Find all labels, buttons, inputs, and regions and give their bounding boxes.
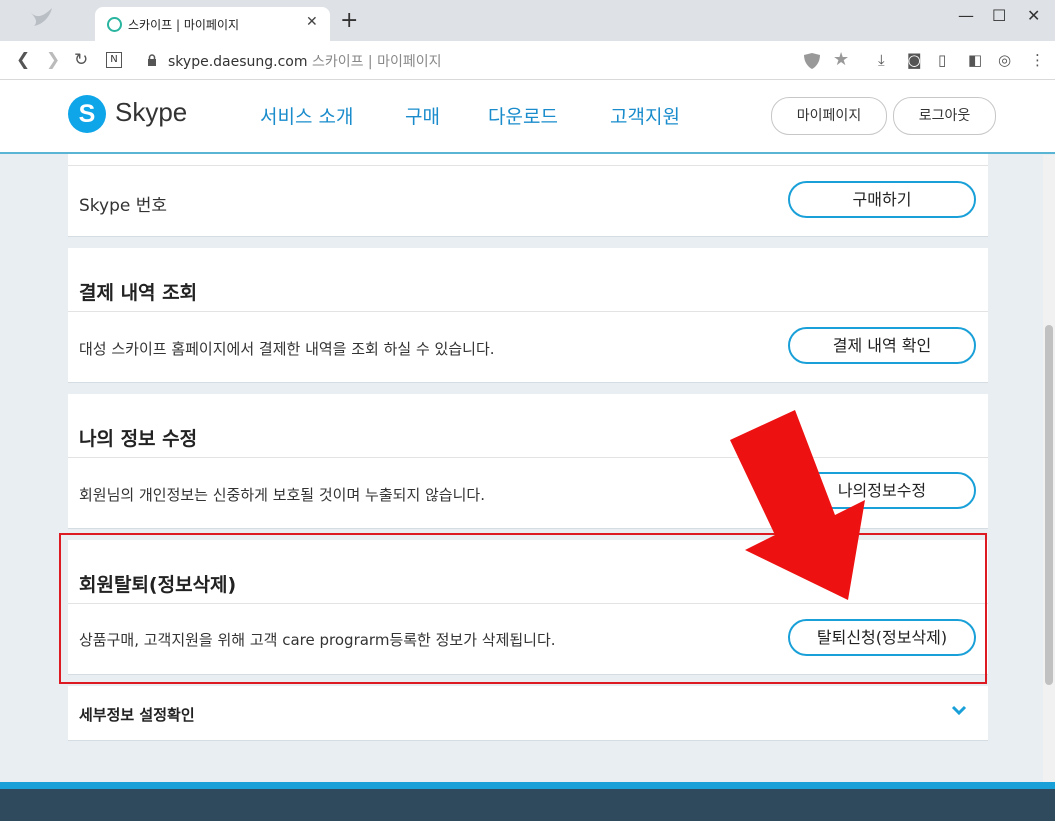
- reader-icon[interactable]: ▯: [938, 51, 946, 69]
- star-icon[interactable]: ★: [833, 49, 849, 70]
- shield-icon[interactable]: [803, 53, 821, 69]
- skype-number-label: Skype 번호: [79, 196, 168, 216]
- sidebar-icon[interactable]: ◧: [968, 51, 982, 69]
- close-window-icon[interactable]: ✕: [1027, 6, 1040, 25]
- tab-title: 스카이프 | 마이페이지: [128, 18, 240, 32]
- site-header: S Skype 서비스 소개 구매 다운로드 고객지원 마이페이지 로그아웃: [0, 80, 1055, 154]
- nav-download[interactable]: 다운로드: [488, 102, 558, 129]
- tab-strip: 스카이프 | 마이페이지 ✕ + — ☐ ✕: [0, 0, 1055, 41]
- myinfo-desc: 회원님의 개인정보는 신중하게 보호될 것이며 누출되지 않습니다.: [79, 486, 485, 504]
- camera-icon[interactable]: ◙: [907, 51, 922, 69]
- red-arrow-annotation: [730, 410, 865, 600]
- details-title: 세부정보 설정확인: [79, 706, 195, 724]
- divider: [68, 165, 988, 166]
- profile-icon[interactable]: ◎: [998, 51, 1011, 69]
- maximize-icon[interactable]: ☐: [992, 6, 1006, 25]
- forward-icon[interactable]: ❯: [46, 50, 60, 70]
- url-domain: skype.daesung.com: [168, 54, 308, 70]
- url-suffix: 스카이프 | 마이페이지: [311, 54, 442, 70]
- footer-accent-strip: [0, 782, 1055, 789]
- details-panel[interactable]: 세부정보 설정확인: [68, 686, 988, 741]
- skype-favicon-icon: [107, 17, 122, 32]
- reload-icon[interactable]: ↻: [74, 50, 88, 70]
- logout-button[interactable]: 로그아웃: [893, 97, 996, 135]
- new-tab-button[interactable]: +: [340, 10, 358, 32]
- bird-decoration-icon: [30, 8, 52, 26]
- minimize-icon[interactable]: —: [958, 6, 974, 25]
- payment-title: 결제 내역 조회: [79, 282, 198, 304]
- myinfo-title: 나의 정보 수정: [79, 428, 198, 450]
- payment-history-panel: 결제 내역 조회 대성 스카이프 홈페이지에서 결제한 내역을 조회 하실 수 …: [68, 248, 988, 383]
- address-bar[interactable]: skype.daesung.com 스카이프 | 마이페이지: [168, 51, 442, 71]
- footer: [0, 789, 1055, 821]
- divider: [68, 311, 988, 312]
- nav-purchase[interactable]: 구매: [405, 102, 440, 129]
- mypage-button[interactable]: 마이페이지: [771, 97, 887, 135]
- scrollbar-thumb[interactable]: [1045, 325, 1053, 685]
- purchase-button[interactable]: 구매하기: [788, 181, 976, 218]
- skype-number-panel: Skype 번호 구매하기: [68, 154, 988, 237]
- logo-text[interactable]: Skype: [115, 97, 187, 128]
- nav-service-intro[interactable]: 서비스 소개: [260, 102, 353, 129]
- browser-toolbar: ❮ ❯ ↻ N skype.daesung.com 스카이프 | 마이페이지 ★…: [0, 41, 1055, 80]
- chevron-down-icon[interactable]: [951, 705, 967, 715]
- download-icon[interactable]: ⤓: [878, 51, 885, 69]
- payment-check-button[interactable]: 결제 내역 확인: [788, 327, 976, 364]
- naver-extension-icon[interactable]: N: [106, 52, 122, 68]
- close-tab-icon[interactable]: ✕: [306, 14, 318, 30]
- nav-support[interactable]: 고객지원: [610, 102, 680, 129]
- payment-desc: 대성 스카이프 홈페이지에서 결제한 내역을 조회 하실 수 있습니다.: [79, 340, 495, 358]
- back-icon[interactable]: ❮: [16, 50, 30, 70]
- browser-tab[interactable]: 스카이프 | 마이페이지 ✕: [95, 7, 330, 41]
- skype-logo-icon[interactable]: S: [68, 95, 106, 133]
- lock-icon: [148, 54, 156, 66]
- menu-icon[interactable]: ⋮: [1030, 51, 1045, 69]
